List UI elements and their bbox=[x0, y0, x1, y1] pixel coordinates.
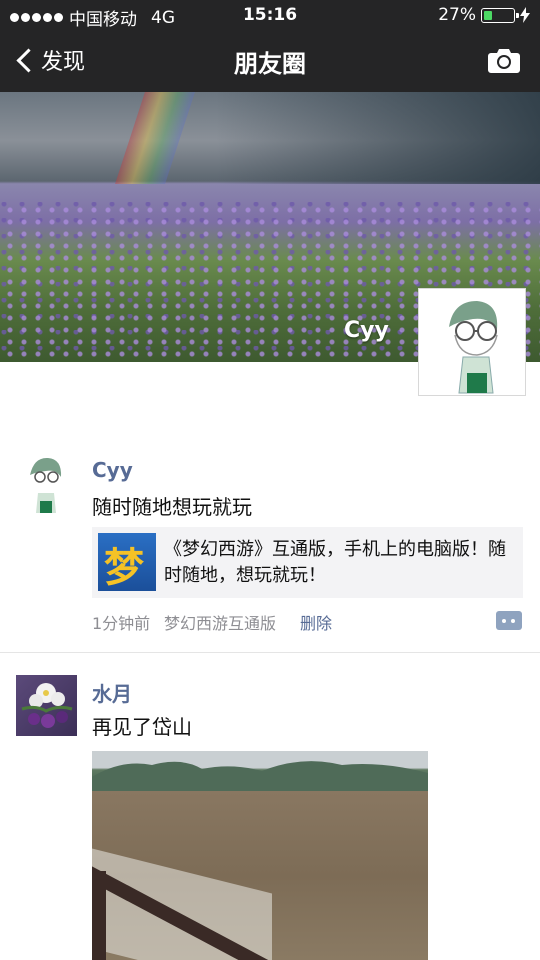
status-bar: 中国移动 4G 15:16 27% bbox=[0, 0, 540, 30]
rainbow bbox=[115, 92, 195, 184]
post-author[interactable]: Cyy bbox=[92, 458, 133, 482]
camera-icon[interactable] bbox=[488, 47, 520, 73]
distant-hills bbox=[92, 761, 428, 791]
nav-bar: 发现 朋友圈 bbox=[0, 30, 540, 92]
flower-bouquet-avatar bbox=[21, 683, 73, 728]
page-title: 朋友圈 bbox=[234, 50, 306, 78]
comment-more-icon[interactable] bbox=[496, 611, 522, 630]
delete-button[interactable]: 删除 bbox=[300, 610, 332, 634]
link-card[interactable]: 梦 《梦幻西游》互通版，手机上的电脑版！随时随地，想玩就玩！ bbox=[92, 527, 523, 598]
cartoon-boy-avatar bbox=[449, 301, 498, 394]
status-right: 27% bbox=[438, 5, 530, 25]
post-author[interactable]: 水月 bbox=[92, 678, 132, 707]
post-text: 随时随地想玩就玩 bbox=[92, 495, 252, 519]
charging-bolt-icon bbox=[520, 7, 530, 23]
post-avatar[interactable] bbox=[16, 675, 77, 736]
link-card-text: 《梦幻西游》互通版，手机上的电脑版！随时随地，想玩就玩！ bbox=[164, 539, 506, 586]
game-logo-icon: 梦 bbox=[98, 533, 156, 591]
cover-user-name: Cyy bbox=[344, 318, 389, 343]
post-time: 1分钟前 bbox=[92, 614, 151, 633]
profile-avatar[interactable] bbox=[418, 288, 526, 396]
battery-icon bbox=[481, 7, 519, 23]
post-text: 再见了岱山 bbox=[92, 715, 192, 739]
post-source[interactable]: 梦幻西游互通版 bbox=[164, 610, 276, 634]
battery-percent: 27% bbox=[438, 5, 476, 25]
post-photo[interactable] bbox=[92, 751, 428, 960]
post-divider bbox=[0, 652, 540, 653]
cartoon-boy-avatar bbox=[30, 457, 62, 513]
post-avatar[interactable] bbox=[16, 455, 74, 513]
